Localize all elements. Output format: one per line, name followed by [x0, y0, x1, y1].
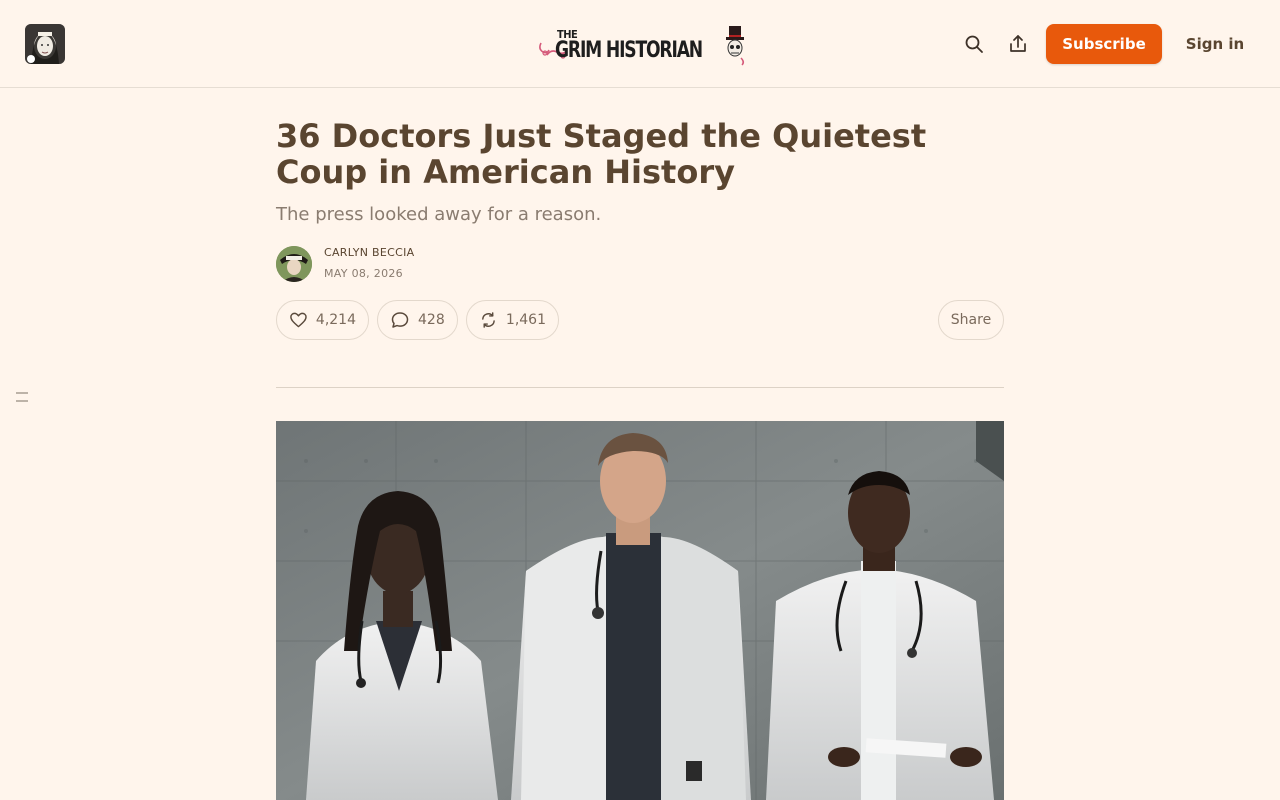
search-button[interactable] [962, 32, 986, 56]
publication-avatar[interactable] [25, 24, 65, 64]
restack-button[interactable]: 1,461 [466, 300, 559, 340]
like-button[interactable]: 4,214 [276, 300, 369, 340]
comment-button[interactable]: 428 [377, 300, 458, 340]
like-count: 4,214 [315, 312, 356, 328]
share-upload-icon [1010, 35, 1026, 52]
search-icon [965, 35, 983, 53]
table-of-contents-handle[interactable] [16, 392, 28, 408]
share-button[interactable]: Share [938, 300, 1004, 340]
restack-icon [482, 312, 495, 328]
publication-logo[interactable]: THE GRIM HISTORIAN [537, 24, 749, 66]
comment-count: 428 [418, 312, 445, 328]
sign-in-link[interactable]: Sign in [1176, 24, 1254, 64]
hero-image [276, 421, 1004, 800]
author-avatar[interactable] [276, 246, 312, 282]
logo-main-text: GRIM HISTORIAN [555, 37, 703, 63]
article-subtitle: The press looked away for a reason. [276, 204, 602, 225]
author-name[interactable]: CARLYN BECCIA [324, 246, 415, 259]
logo-top-hat-skull-icon [726, 26, 745, 66]
share-post-button[interactable] [1006, 32, 1030, 56]
post-date: MAY 08, 2026 [324, 267, 403, 280]
restack-count: 1,461 [505, 312, 546, 328]
article-title: 36 Doctors Just Staged the Quietest Coup… [276, 117, 927, 191]
comment-icon [391, 312, 409, 328]
divider [276, 387, 1004, 388]
subscribe-button[interactable]: Subscribe [1046, 24, 1162, 64]
heart-icon [290, 312, 307, 328]
site-header: THE GRIM HISTORIAN Subscribe Sign in [0, 0, 1280, 88]
